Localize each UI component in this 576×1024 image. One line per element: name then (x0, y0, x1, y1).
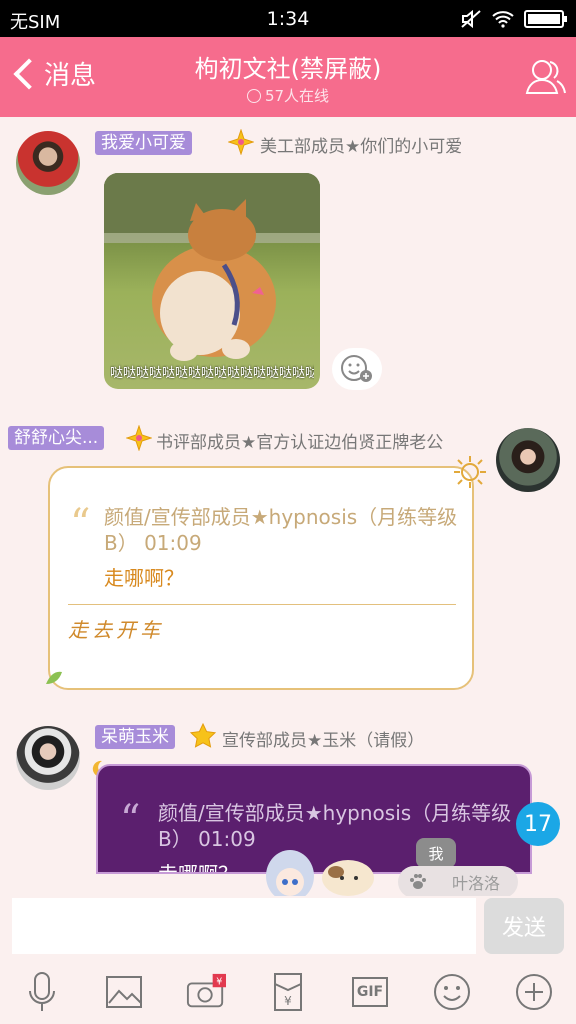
camera-icon: ¥ (186, 973, 226, 1008)
sender-name-tag[interactable]: 呆萌玉米 (95, 725, 175, 749)
wifi-icon (492, 11, 514, 28)
sender-name-tag[interactable]: 舒舒心尖... (8, 426, 105, 450)
image-button[interactable] (104, 971, 144, 1013)
avatar-user3[interactable] (16, 726, 80, 790)
quote-mark-icon: “ (70, 501, 91, 547)
typing-indicator: 叶洛洛 (398, 866, 518, 898)
member-badge-icon (228, 129, 254, 155)
mute-icon (461, 9, 481, 29)
quoted-reply: 走哪啊？ (104, 566, 184, 590)
status-icons (460, 9, 567, 29)
corgi-photo (104, 173, 320, 361)
quoted-message: 颜值/宣传部成员★hypnosis（月练等级B） 01:09 (104, 505, 458, 555)
image-message[interactable]: 哒哒哒哒哒哒哒哒哒哒哒哒哒哒哒哒哒哒哒哒 (104, 173, 320, 389)
anime-sticker-icon (266, 850, 374, 898)
svg-text:¥: ¥ (284, 994, 292, 1008)
microphone-icon (29, 972, 55, 1011)
input-toolbar: ¥ ¥ GIF (0, 960, 576, 1024)
unread-count-badge[interactable]: 17 (516, 802, 560, 846)
sender-role: 美工部成员★你们的小可爱 (260, 137, 463, 157)
add-reaction-button[interactable] (332, 348, 382, 390)
image-caption: 哒哒哒哒哒哒哒哒哒哒哒哒哒哒哒哒哒哒哒哒 (110, 366, 314, 381)
avatar-user1[interactable] (16, 131, 80, 195)
reply-text: 走去开车 (68, 618, 164, 642)
chat-header: 消息 枸初文社(禁屏蔽) 57人在线 (0, 37, 576, 117)
sender-name-tag[interactable]: 我爱小可爱 (95, 131, 192, 155)
red-packet-icon: ¥ (274, 973, 302, 1011)
sun-decoration-icon (454, 456, 486, 488)
plus-icon (516, 974, 552, 1010)
quote-reply-bubble[interactable]: “ 颜值/宣传部成员★hypnosis（月练等级B） 01:09 走哪啊？ 走去… (46, 456, 486, 690)
svg-text:¥: ¥ (216, 976, 222, 987)
sender-role: 宣传部成员★玉米（请假） (222, 731, 425, 751)
message-input-bar: 发送 (0, 896, 576, 960)
red-packet-button[interactable]: ¥ (268, 971, 308, 1013)
members-icon[interactable] (524, 55, 568, 99)
typing-user-name: 叶洛洛 (452, 874, 501, 893)
star-badge-icon (190, 723, 216, 748)
gif-label: GIF (356, 984, 384, 1000)
emoji-icon (434, 974, 470, 1010)
quote-divider (68, 604, 456, 605)
voice-button[interactable] (22, 971, 62, 1013)
camera-button[interactable]: ¥ (186, 971, 226, 1013)
send-button[interactable]: 发送 (484, 898, 564, 954)
clock-icon (246, 89, 261, 103)
group-title: 枸初文社(禁屏蔽) (194, 55, 382, 83)
me-tag: 我 (416, 838, 456, 868)
member-badge-icon (126, 425, 152, 451)
online-count: 57人在线 (264, 87, 330, 105)
quoted-reply: 走哪啊？ (158, 862, 238, 874)
image-icon (106, 976, 142, 1008)
leaf-decoration-icon (46, 671, 62, 684)
paw-icon (410, 874, 426, 889)
message-input[interactable] (12, 898, 476, 954)
more-button[interactable] (514, 971, 554, 1013)
gif-button[interactable]: GIF (350, 971, 390, 1013)
quote-mark-icon: “ (120, 797, 141, 843)
status-bar: 无SIM 1:34 (0, 0, 576, 37)
online-status: 57人在线 (0, 85, 576, 106)
add-emoji-icon (341, 355, 372, 382)
emoji-button[interactable] (432, 971, 472, 1013)
avatar-user2[interactable] (496, 428, 560, 492)
battery-icon (524, 10, 567, 28)
sender-role: 书评部成员★官方认证边伯贤正牌老公 (156, 433, 444, 453)
